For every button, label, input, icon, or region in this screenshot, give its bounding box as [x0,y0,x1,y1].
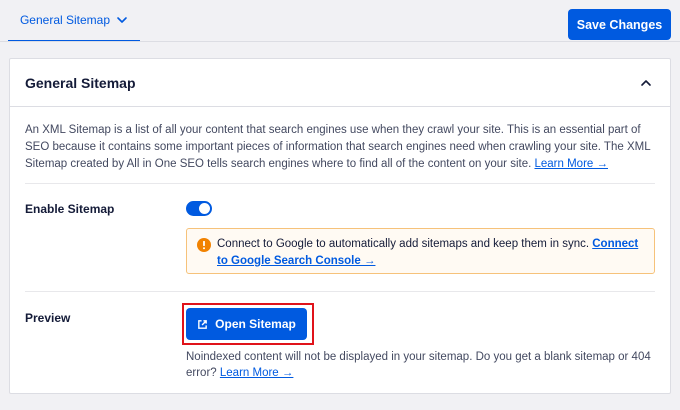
card-title: General Sitemap [25,75,136,91]
divider [25,291,655,292]
open-sitemap-label: Open Sitemap [215,317,296,331]
connect-google-alert: Connect to Google to automatically add s… [186,228,655,274]
save-changes-button[interactable]: Save Changes [568,9,671,40]
card-header[interactable]: General Sitemap [10,59,670,107]
open-sitemap-button[interactable]: Open Sitemap [186,308,307,340]
tab-general-sitemap[interactable]: General Sitemap [8,0,140,42]
general-sitemap-card: General Sitemap An XML Sitemap is a list… [9,58,671,394]
preview-label: Preview [25,311,71,325]
alert-message: Connect to Google to automatically add s… [217,236,647,270]
learn-more-link[interactable]: Learn More → [534,158,608,170]
top-bar: General Sitemap Save Changes [0,0,680,42]
enable-sitemap-toggle[interactable] [186,201,212,216]
alert-text: Connect to Google to automatically add s… [217,238,590,250]
sitemap-description: An XML Sitemap is a list of all your con… [25,122,660,173]
divider [25,183,655,184]
preview-note: Noindexed content will not be displayed … [186,349,656,381]
external-link-icon [198,319,208,329]
note-learn-more-link[interactable]: Learn More → [220,367,294,379]
chevron-up-icon[interactable] [639,76,653,90]
chevron-down-icon [117,17,127,23]
enable-sitemap-label: Enable Sitemap [25,202,115,216]
warning-icon [197,238,211,252]
tab-divider [0,41,680,42]
toggle-knob [199,203,210,214]
tab-label: General Sitemap [19,13,111,27]
